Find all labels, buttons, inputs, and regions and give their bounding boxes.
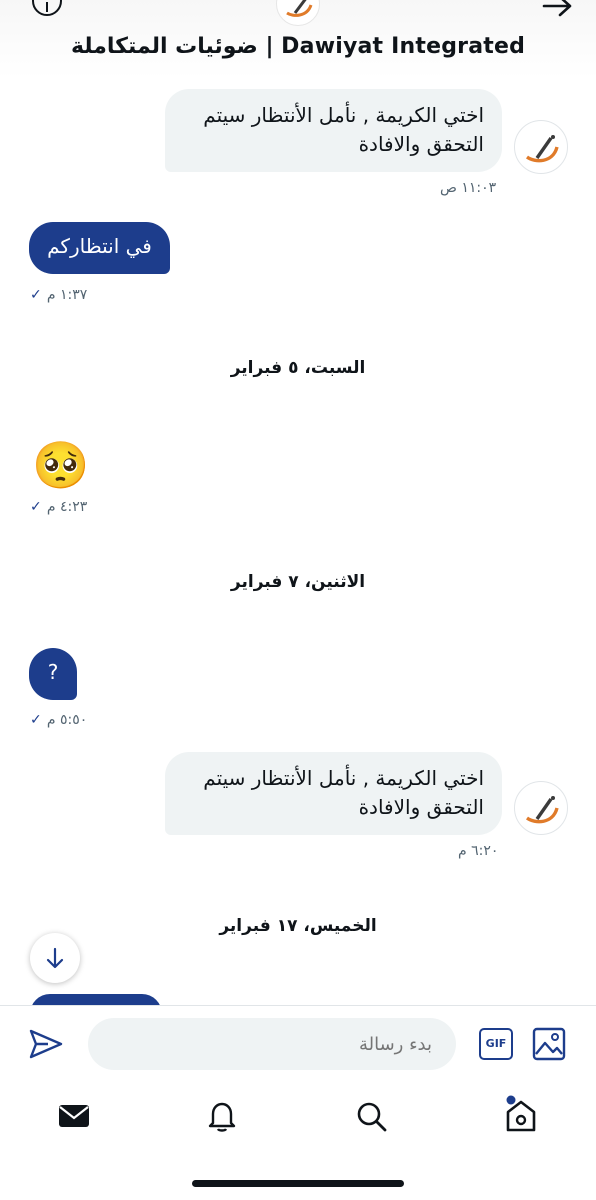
- message-time: ٥:٥٠ م: [46, 712, 88, 728]
- date-separator: الاثنين، ٧ فبراير: [230, 572, 366, 592]
- date-separator: السبت، ٥ فبراير: [230, 358, 366, 378]
- mail-icon[interactable]: [56, 1098, 92, 1134]
- message-line: اختي الكريمة , نأمل الأنتظار سيتم: [203, 103, 484, 127]
- message-time: ١:٣٧ م: [46, 287, 88, 303]
- message-time: ٤:٢٣ م: [46, 499, 88, 515]
- divider: [0, 1005, 596, 1006]
- arrow-down-icon: [46, 947, 64, 969]
- message-line: اختي الكريمة , نأمل الأنتظار سيتم: [203, 766, 484, 790]
- check-icon: ✓: [30, 712, 42, 728]
- message-input[interactable]: [88, 1018, 456, 1070]
- avatar[interactable]: [514, 120, 568, 174]
- send-icon[interactable]: [28, 1028, 64, 1060]
- message-meta: ✓ ٤:٢٣ م: [30, 496, 87, 515]
- message-emoji[interactable]: 🥺: [32, 442, 89, 488]
- check-icon: ✓: [30, 499, 42, 515]
- message-bubble-incoming[interactable]: اختي الكريمة , نأمل الأنتظار سيتم التحقق…: [165, 752, 502, 835]
- message-line: التحقق والافادة: [358, 132, 484, 156]
- message-time: ١١:٠٣ ص: [440, 180, 497, 196]
- bell-icon[interactable]: [204, 1098, 240, 1134]
- image-icon[interactable]: [531, 1026, 567, 1062]
- check-icon: ✓: [30, 287, 42, 303]
- avatar[interactable]: [514, 781, 568, 835]
- message-meta: ✓ ٥:٥٠ م: [30, 709, 87, 728]
- message-bubble-incoming[interactable]: اختي الكريمة , نأمل الأنتظار سيتم التحقق…: [165, 89, 502, 172]
- conversation-title: ضوئيات المتكاملة | Dawiyat Integrated: [70, 34, 526, 59]
- home-icon[interactable]: [502, 1094, 540, 1134]
- message-time: ٦:٢٠ م: [458, 843, 499, 859]
- message-meta: ✓ ١:٣٧ م: [30, 284, 87, 303]
- message-line: التحقق والافادة: [358, 795, 484, 819]
- message-bubble-outgoing[interactable]: في انتظاركم: [29, 222, 170, 274]
- arrow-right-icon[interactable]: [540, 0, 576, 18]
- home-indicator: [192, 1180, 404, 1187]
- scroll-to-bottom-button[interactable]: [30, 933, 80, 983]
- date-separator: الخميس، ١٧ فبراير: [219, 916, 377, 936]
- gif-button[interactable]: GIF: [479, 1028, 513, 1060]
- search-icon[interactable]: [353, 1098, 389, 1134]
- message-bubble-outgoing[interactable]: ?: [29, 648, 77, 700]
